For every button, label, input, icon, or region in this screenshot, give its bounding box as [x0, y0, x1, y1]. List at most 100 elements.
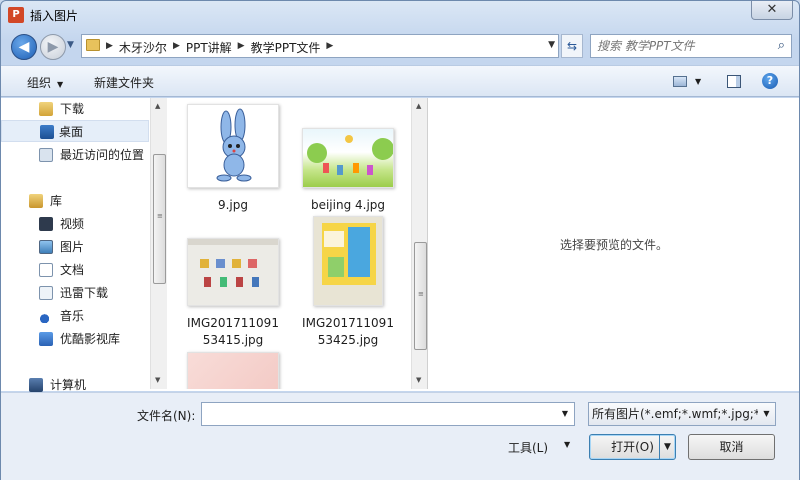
playground-image — [307, 135, 393, 175]
youku-library-icon — [39, 332, 53, 346]
new-folder-button[interactable]: 新建文件夹 — [94, 74, 154, 91]
breadcrumb-chevron-icon[interactable]: ▶ — [238, 39, 245, 56]
organize-button[interactable]: 组织 ▼ — [27, 74, 63, 91]
grip-icon: ≡ — [157, 212, 163, 220]
sidebar-item-videos[interactable]: 视频 — [1, 213, 149, 235]
sidebar-item-desktop[interactable]: 桌面 — [1, 120, 149, 142]
scrollbar-thumb[interactable]: ≡ — [414, 242, 427, 350]
file-type-filter[interactable]: 所有图片(*.emf;*.wmf;*.jpg;*.jpeg) ▼ — [588, 402, 776, 426]
workbook-cover-image — [314, 217, 382, 305]
open-button[interactable]: 打开(O) ▼ — [589, 434, 676, 460]
filename-label: 文件名(N): — [137, 409, 196, 423]
navigation-row: ◀ ▶ ▼ ▶ 木牙沙尔 ▶ PPT讲解 ▶ 教学PPT文件 ▶ ▼ ⇆ ⌕ — [1, 31, 799, 63]
main-area: 下载 桌面 最近访问的位置 库 视频 图片 文档 迅雷下载 音乐 优酷影视库 计… — [1, 98, 799, 392]
sidebar-item-documents[interactable]: 文档 — [1, 259, 149, 281]
music-icon — [39, 309, 53, 323]
breadcrumb-item[interactable]: 木牙沙尔 — [119, 39, 167, 56]
file-item[interactable]: IMG201711091 53415.jpg — [183, 238, 283, 349]
file-type-filter-value: 所有图片(*.emf;*.wmf;*.jpg;*.jpeg) — [592, 407, 776, 421]
preview-pane-icon[interactable] — [727, 75, 741, 88]
view-options-dropdown[interactable]: ▼ — [695, 77, 701, 86]
address-bar[interactable]: ▶ 木牙沙尔 ▶ PPT讲解 ▶ 教学PPT文件 ▶ ▼ — [81, 34, 559, 58]
back-button[interactable]: ◀ — [11, 34, 37, 60]
file-name: 9.jpg — [217, 198, 249, 212]
sidebar-item-thunder-downloads[interactable]: 迅雷下载 — [1, 282, 149, 304]
pictures-icon — [39, 240, 53, 254]
sidebar-item-label: 下载 — [60, 102, 85, 116]
window-title: 插入图片 — [30, 9, 79, 23]
grip-icon: ≡ — [418, 290, 424, 298]
preview-message: 选择要预览的文件。 — [559, 238, 668, 252]
thunder-download-icon — [39, 286, 53, 300]
sidebar-item-label: 迅雷下载 — [60, 286, 109, 300]
recent-locations-dropdown[interactable]: ▼ — [67, 40, 79, 54]
scroll-up-arrow-icon[interactable]: ▲ — [155, 102, 160, 110]
sidebar-item-music[interactable]: 音乐 — [1, 305, 149, 327]
title-bar: P 插入图片 ✕ — [1, 1, 799, 29]
chairs-worksheet-image — [188, 239, 278, 287]
folder-icon — [86, 39, 100, 51]
file-thumbnail — [187, 352, 279, 389]
refresh-button[interactable]: ⇆ — [561, 34, 583, 58]
breadcrumb-item[interactable]: 教学PPT文件 — [251, 39, 321, 56]
navigation-pane-scrollbar[interactable]: ▲ ≡ ▼ — [150, 98, 167, 389]
file-thumbnail — [313, 216, 383, 306]
search-input[interactable] — [597, 38, 767, 54]
sidebar-item-youku[interactable]: 优酷影视库 — [1, 328, 149, 350]
scroll-down-arrow-icon[interactable]: ▼ — [155, 376, 160, 384]
filename-field[interactable]: ▼ — [201, 402, 575, 426]
tools-dropdown-icon[interactable]: ▼ — [564, 440, 570, 449]
library-icon — [29, 194, 43, 208]
sidebar-item-recent[interactable]: 最近访问的位置 — [1, 144, 149, 166]
search-box[interactable]: ⌕ — [590, 34, 792, 58]
file-item[interactable]: 9.jpg — [183, 104, 283, 214]
close-button[interactable]: ✕ — [751, 1, 793, 20]
scrollbar-thumb[interactable]: ≡ — [153, 154, 166, 284]
open-split-dropdown-icon[interactable]: ▼ — [659, 435, 675, 459]
sidebar-item-pictures[interactable]: 图片 — [1, 236, 149, 258]
sidebar-item-label: 优酷影视库 — [60, 332, 121, 346]
insert-picture-dialog: P 插入图片 ✕ ◀ ▶ ▼ ▶ 木牙沙尔 ▶ PPT讲解 ▶ 教学PPT文件 … — [0, 0, 800, 480]
sidebar-item-downloads[interactable]: 下载 — [1, 98, 149, 120]
sidebar-item-label: 桌面 — [59, 125, 84, 139]
breadcrumb-item[interactable]: PPT讲解 — [186, 39, 232, 56]
command-toolbar: 组织 ▼ 新建文件夹 ▼ ? — [1, 65, 799, 97]
recent-places-icon — [39, 148, 53, 162]
file-name: IMG201711091 53415.jpg — [187, 316, 279, 347]
dialog-footer: 文件名(N): ▼ 所有图片(*.emf;*.wmf;*.jpg;*.jpeg)… — [1, 392, 799, 480]
computer-icon — [29, 378, 43, 392]
address-dropdown-icon[interactable]: ▼ — [548, 40, 555, 50]
file-list-scrollbar[interactable]: ▲ ≡ ▼ — [411, 98, 428, 389]
search-icon[interactable]: ⌕ — [778, 38, 785, 53]
sidebar-item-label: 库 — [50, 194, 63, 208]
file-item[interactable]: IMG201711091 53425.jpg — [298, 216, 398, 349]
file-thumbnail — [187, 238, 279, 306]
file-item[interactable] — [183, 352, 283, 389]
caret-down-icon: ▼ — [57, 80, 64, 89]
change-view-icon[interactable] — [673, 76, 687, 87]
scroll-down-arrow-icon[interactable]: ▼ — [416, 376, 421, 384]
filename-dropdown-icon[interactable]: ▼ — [562, 409, 568, 418]
help-icon[interactable]: ? — [762, 73, 778, 89]
sidebar-item-label: 文档 — [60, 263, 85, 277]
filter-dropdown-icon[interactable]: ▼ — [758, 403, 775, 425]
breadcrumb: ▶ 木牙沙尔 ▶ PPT讲解 ▶ 教学PPT文件 ▶ — [106, 39, 333, 56]
breadcrumb-chevron-icon[interactable]: ▶ — [326, 39, 333, 56]
file-name: IMG201711091 53425.jpg — [302, 316, 394, 347]
file-name: beijing 4.jpg — [310, 198, 386, 212]
sidebar-item-label: 最近访问的位置 — [60, 148, 145, 162]
file-list: 9.jpg beijing 4.jpg IMG201711091 53415.j… — [168, 98, 411, 389]
forward-button[interactable]: ▶ — [40, 34, 66, 60]
documents-icon — [39, 263, 53, 277]
scroll-up-arrow-icon[interactable]: ▲ — [416, 102, 421, 110]
tools-button[interactable]: 工具(L) — [508, 439, 548, 456]
preview-pane: 选择要预览的文件。 — [429, 98, 799, 389]
file-item[interactable]: beijing 4.jpg — [298, 104, 398, 214]
filename-input[interactable] — [205, 406, 545, 422]
sidebar-item-library[interactable]: 库 — [1, 190, 149, 212]
breadcrumb-chevron-icon[interactable]: ▶ — [173, 39, 180, 56]
cancel-button[interactable]: 取消 — [688, 434, 775, 460]
breadcrumb-chevron-icon[interactable]: ▶ — [106, 39, 113, 56]
rabbit-image — [216, 108, 252, 182]
file-thumbnail — [302, 128, 394, 188]
